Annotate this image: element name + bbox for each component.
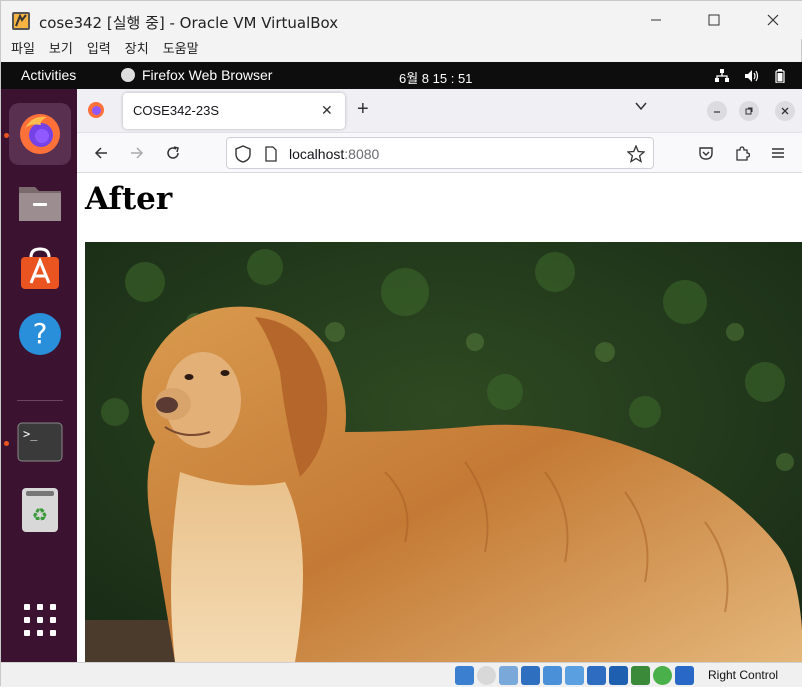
dock-terminal[interactable]: >_: [9, 411, 71, 473]
firefox-icon: [20, 114, 60, 154]
vbox-status-bar: Right Control: [1, 662, 802, 687]
minimize-icon: [714, 111, 720, 113]
close-button[interactable]: [760, 9, 786, 31]
host-key-icon[interactable]: [675, 666, 694, 685]
reload-icon: [167, 146, 179, 159]
back-arrow-icon: [94, 147, 107, 159]
clock[interactable]: 6월 8 15 : 51: [399, 68, 472, 87]
maximize-button[interactable]: [701, 9, 727, 31]
close-icon: [767, 14, 779, 26]
tab-bar: COSE342-23S ✕ +: [77, 89, 802, 133]
battery-icon: [775, 68, 785, 83]
back-button[interactable]: [90, 142, 112, 164]
ff-close-button[interactable]: [775, 101, 795, 121]
tab-title: COSE342-23S: [133, 103, 219, 118]
virtualbox-app-icon: [12, 12, 30, 30]
dock-trash[interactable]: ♻: [9, 479, 71, 541]
cpu-icon[interactable]: [631, 666, 650, 685]
dock-show-apps[interactable]: [9, 589, 71, 651]
app-menu-label[interactable]: Firefox Web Browser: [142, 67, 272, 83]
page-heading: After: [85, 181, 173, 217]
window-title: cose342 [실행 중] - Oracle VM VirtualBox: [39, 14, 339, 32]
svg-text:?: ?: [33, 317, 48, 350]
hard-disk-icon[interactable]: [455, 666, 474, 685]
forward-button[interactable]: [126, 142, 148, 164]
dock-files[interactable]: [9, 171, 71, 233]
url-host: localhost: [289, 146, 345, 162]
svg-text:♻: ♻: [32, 505, 48, 526]
vbox-menu-bar: 파일 보기 입력 장치 도움말: [1, 39, 802, 62]
virtualbox-window: cose342 [실행 중] - Oracle VM VirtualBox 파일…: [0, 0, 802, 687]
close-icon: [781, 107, 789, 115]
tab-close-icon[interactable]: ✕: [321, 102, 333, 119]
usb-icon[interactable]: [543, 666, 562, 685]
new-tab-button[interactable]: +: [357, 98, 369, 121]
web-page: After: [77, 173, 802, 662]
dock-software[interactable]: [9, 237, 71, 299]
status-indicators: [455, 666, 694, 685]
pocket-button[interactable]: [695, 142, 717, 164]
forward-arrow-icon: [131, 147, 144, 159]
restore-icon: [745, 107, 753, 115]
menu-view[interactable]: 보기: [49, 39, 73, 62]
guest-display[interactable]: Activities Firefox Web Browser 6월 8 15 :…: [1, 62, 802, 662]
optical-drive-icon[interactable]: [477, 666, 496, 685]
terminal-icon: >_: [17, 422, 63, 462]
firefox-window: COSE342-23S ✕ + localhost:8080 After: [77, 89, 802, 662]
system-tray[interactable]: [701, 65, 799, 86]
network-icon: [714, 68, 729, 82]
extensions-button[interactable]: [731, 142, 753, 164]
maximize-icon: [708, 14, 720, 26]
show-apps-icon: [24, 604, 56, 636]
svg-text:>_: >_: [23, 427, 38, 441]
software-icon: [21, 247, 59, 289]
network-icon[interactable]: [521, 666, 540, 685]
puzzle-icon: [736, 146, 750, 161]
video-capture-icon[interactable]: [609, 666, 628, 685]
url-port: :8080: [344, 146, 380, 162]
files-icon: [19, 187, 61, 221]
mouse-integration-icon[interactable]: [653, 666, 672, 685]
host-key-label: Right Control: [708, 668, 779, 682]
vbox-title-bar: cose342 [실행 중] - Oracle VM VirtualBox: [1, 1, 802, 39]
menu-devices[interactable]: 장치: [125, 39, 149, 62]
menu-file[interactable]: 파일: [11, 39, 35, 62]
url-text: localhost:8080: [289, 146, 379, 162]
activities-button[interactable]: Activities: [21, 67, 76, 83]
navigation-toolbar: localhost:8080: [77, 133, 802, 173]
golden-retriever-image: [85, 242, 802, 662]
ubuntu-dock: ? >_ ♻: [1, 89, 77, 662]
hamburger-menu-icon: [772, 148, 784, 158]
ff-minimize-button[interactable]: [707, 101, 727, 121]
shared-folder-icon[interactable]: [565, 666, 584, 685]
help-icon: ?: [19, 313, 61, 355]
minimize-icon: [651, 19, 661, 21]
shield-icon[interactable]: [235, 145, 251, 163]
trash-icon: ♻: [22, 488, 58, 532]
menu-input[interactable]: 입력: [87, 39, 111, 62]
tab-active[interactable]: COSE342-23S ✕: [123, 93, 345, 129]
menu-help[interactable]: 도움말: [163, 39, 199, 62]
volume-icon: [744, 69, 759, 82]
audio-icon[interactable]: [499, 666, 518, 685]
url-bar[interactable]: localhost:8080: [226, 137, 654, 169]
chevron-down-icon[interactable]: [634, 99, 648, 113]
dock-firefox[interactable]: [9, 103, 71, 165]
display-icon[interactable]: [587, 666, 606, 685]
page-icon: [265, 146, 277, 162]
pocket-icon: [699, 147, 713, 160]
dock-separator: [17, 400, 63, 401]
firefox-app-menu-icon: [121, 68, 135, 82]
bookmark-star-icon[interactable]: [627, 145, 645, 163]
reload-button[interactable]: [162, 142, 184, 164]
dock-help[interactable]: ?: [9, 303, 71, 365]
menu-button[interactable]: [767, 142, 789, 164]
gnome-top-bar: Activities Firefox Web Browser 6월 8 15 :…: [1, 62, 802, 89]
firefox-view-icon[interactable]: [85, 99, 107, 121]
minimize-button[interactable]: [643, 9, 669, 31]
ff-restore-button[interactable]: [739, 101, 759, 121]
